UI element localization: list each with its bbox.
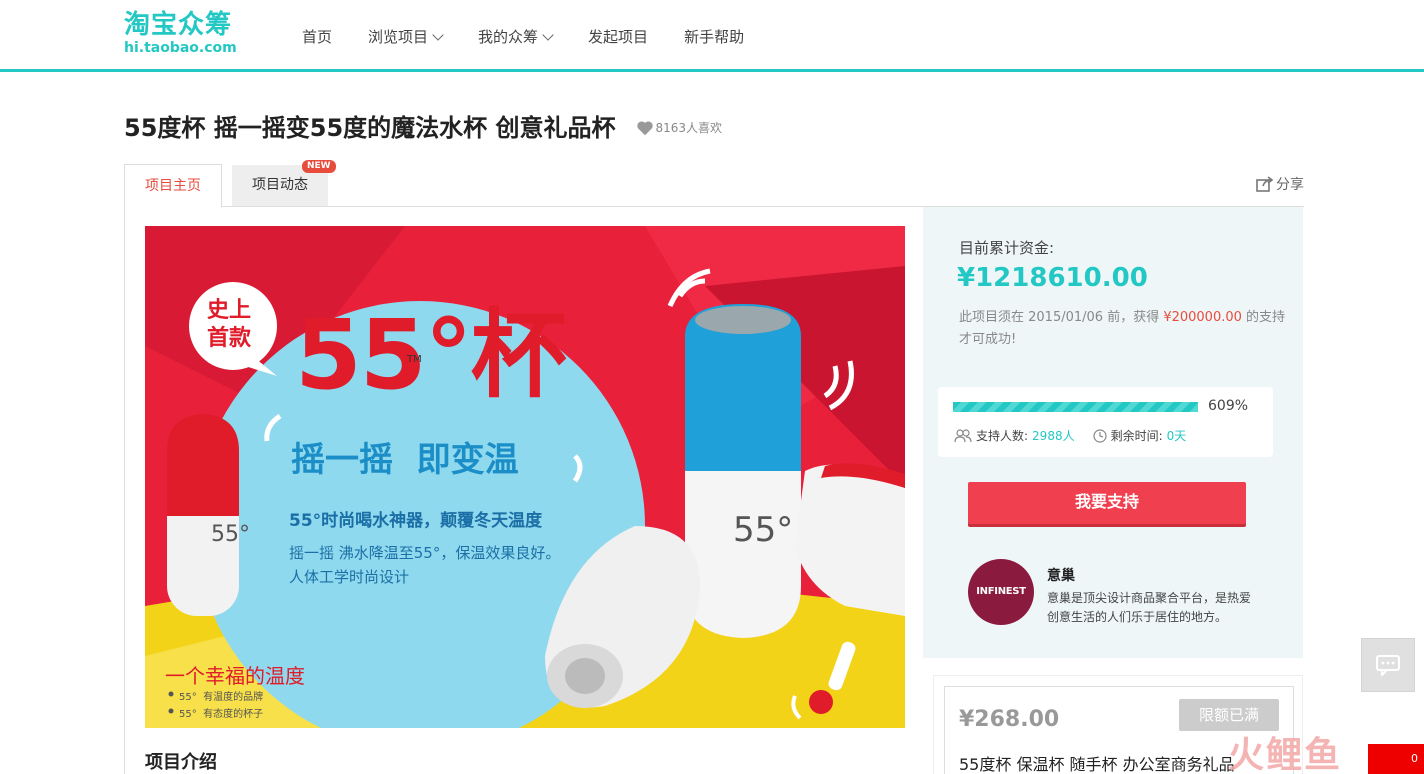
banner-headline: 55°时尚喝水神器，颠覆冬天温度 bbox=[289, 511, 543, 531]
site-header: 淘宝众筹 hi.taobao.com 首页 浏览项目 我的众筹 发起项目 新手帮… bbox=[0, 0, 1424, 72]
page-title: 55度杯 摇一摇变55度的魔法水杯 创意礼品杯 bbox=[124, 114, 616, 142]
main-nav: 首页 浏览项目 我的众筹 发起项目 新手帮助 bbox=[302, 26, 780, 47]
banner-desc-line1: 摇一摇 沸水降温至55°，保温效果良好。 bbox=[289, 544, 561, 562]
cup-mark-blue: 55° bbox=[733, 510, 794, 550]
reward-title: 55度杯 保温杯 随手杯 办公室商务礼品 bbox=[959, 755, 1235, 774]
watermark-logo: 火鲤鱼 bbox=[1228, 735, 1343, 774]
banner-badge-line2: 首款 bbox=[207, 326, 252, 351]
banner-bullet-1: 55° 有温度的品牌 bbox=[179, 692, 264, 703]
progress-card: 609% 支持人数: 2988人 剩余时间: 0天 bbox=[938, 387, 1273, 457]
support-button[interactable]: 我要支持 bbox=[968, 482, 1246, 524]
share-icon bbox=[1256, 176, 1274, 192]
chevron-down-icon bbox=[432, 28, 444, 41]
site-logo[interactable]: 淘宝众筹 hi.taobao.com bbox=[124, 10, 254, 58]
nav-start-label: 发起项目 bbox=[588, 28, 649, 46]
share-button[interactable]: 分享 bbox=[1256, 174, 1304, 194]
nav-my-label: 我的众筹 bbox=[478, 28, 539, 46]
tab-project-home[interactable]: 项目主页 bbox=[124, 164, 222, 208]
nav-browse-label: 浏览项目 bbox=[368, 28, 429, 46]
project-intro-heading: 项目介绍 bbox=[145, 752, 217, 773]
remaining-time: 0天 bbox=[1166, 429, 1187, 443]
logo-domain: hi.taobao.com bbox=[124, 40, 237, 56]
reward-price: ¥268.00 bbox=[959, 707, 1060, 732]
cup-mark-left: 55° bbox=[211, 522, 250, 547]
remaining-label: 剩余时间: bbox=[1110, 429, 1163, 443]
chat-bubble-icon bbox=[1376, 655, 1400, 676]
sponsor-description: 意巢是顶尖设计商品聚合平台，是热爱创意生活的人们乐于居住的地方。 bbox=[1047, 591, 1252, 624]
funding-panel: 目前累计资金: ¥1218610.00 此项目须在 2015/01/06 前，获… bbox=[923, 206, 1303, 658]
funding-stats: 支持人数: 2988人 剩余时间: 0天 bbox=[954, 427, 1186, 444]
funding-target: ¥200000.00 bbox=[1163, 310, 1242, 325]
project-banner-image: 史上 首款 55°杯 TM 摇一摇 即变温 55°时尚喝水神器，颠覆冬天温度 摇… bbox=[145, 226, 905, 728]
project-tabs: 项目主页 项目动态 NEW 分享 bbox=[124, 160, 1304, 208]
new-badge: NEW bbox=[302, 160, 336, 173]
nav-help[interactable]: 新手帮助 bbox=[684, 26, 744, 47]
chat-float-button[interactable] bbox=[1361, 638, 1415, 692]
people-icon bbox=[954, 428, 972, 442]
heart-icon bbox=[636, 120, 653, 135]
funding-amount: ¥1218610.00 bbox=[957, 263, 1148, 293]
banner-bottom-title: 一个幸福的温度 bbox=[165, 664, 305, 688]
banner-slogan: 摇一摇 即变温 bbox=[291, 440, 519, 480]
funding-note-prefix: 此项目须在 2015/01/06 前，获得 bbox=[959, 310, 1164, 325]
banner-trademark: TM bbox=[407, 354, 422, 365]
chevron-down-icon bbox=[542, 28, 554, 41]
nav-start-project[interactable]: 发起项目 bbox=[588, 26, 648, 47]
funding-label: 目前累计资金: bbox=[959, 239, 1055, 257]
sponsor-name[interactable]: 意巢 bbox=[1047, 565, 1075, 585]
corner-badge[interactable]: 0 bbox=[1368, 744, 1424, 774]
project-title-row: 55度杯 摇一摇变55度的魔法水杯 创意礼品杯 8163人喜欢 bbox=[124, 108, 722, 143]
banner-desc-line2: 人体工学时尚设计 bbox=[289, 568, 410, 586]
banner-brand: 55°杯 bbox=[295, 299, 567, 411]
sponsor-avatar[interactable]: INFINEST bbox=[968, 559, 1034, 625]
clock-icon bbox=[1092, 428, 1107, 443]
share-label: 分享 bbox=[1276, 177, 1304, 193]
project-main: 史上 首款 55°杯 TM 摇一摇 即变温 55°时尚喝水神器，颠覆冬天温度 摇… bbox=[124, 206, 924, 774]
banner-bullet-2: 55° 有态度的杯子 bbox=[179, 709, 264, 720]
progress-bar-fill bbox=[953, 402, 1198, 412]
nav-my-crowdfunding[interactable]: 我的众筹 bbox=[478, 26, 554, 47]
supporters-count: 2988人 bbox=[1032, 429, 1075, 443]
like-count: 8163人喜欢 bbox=[655, 121, 723, 135]
progress-bar bbox=[953, 402, 1198, 412]
like-counter[interactable]: 8163人喜欢 bbox=[636, 119, 723, 136]
logo-chinese: 淘宝众筹 bbox=[124, 10, 233, 40]
funding-requirement: 此项目须在 2015/01/06 前，获得 ¥200000.00 的支持才可成功… bbox=[959, 307, 1289, 351]
progress-percent: 609% bbox=[1208, 398, 1249, 414]
supporters-label: 支持人数: bbox=[976, 429, 1029, 443]
nav-help-label: 新手帮助 bbox=[684, 28, 745, 46]
nav-browse-projects[interactable]: 浏览项目 bbox=[368, 26, 444, 47]
nav-home[interactable]: 首页 bbox=[302, 26, 332, 47]
nav-home-label: 首页 bbox=[302, 28, 333, 46]
